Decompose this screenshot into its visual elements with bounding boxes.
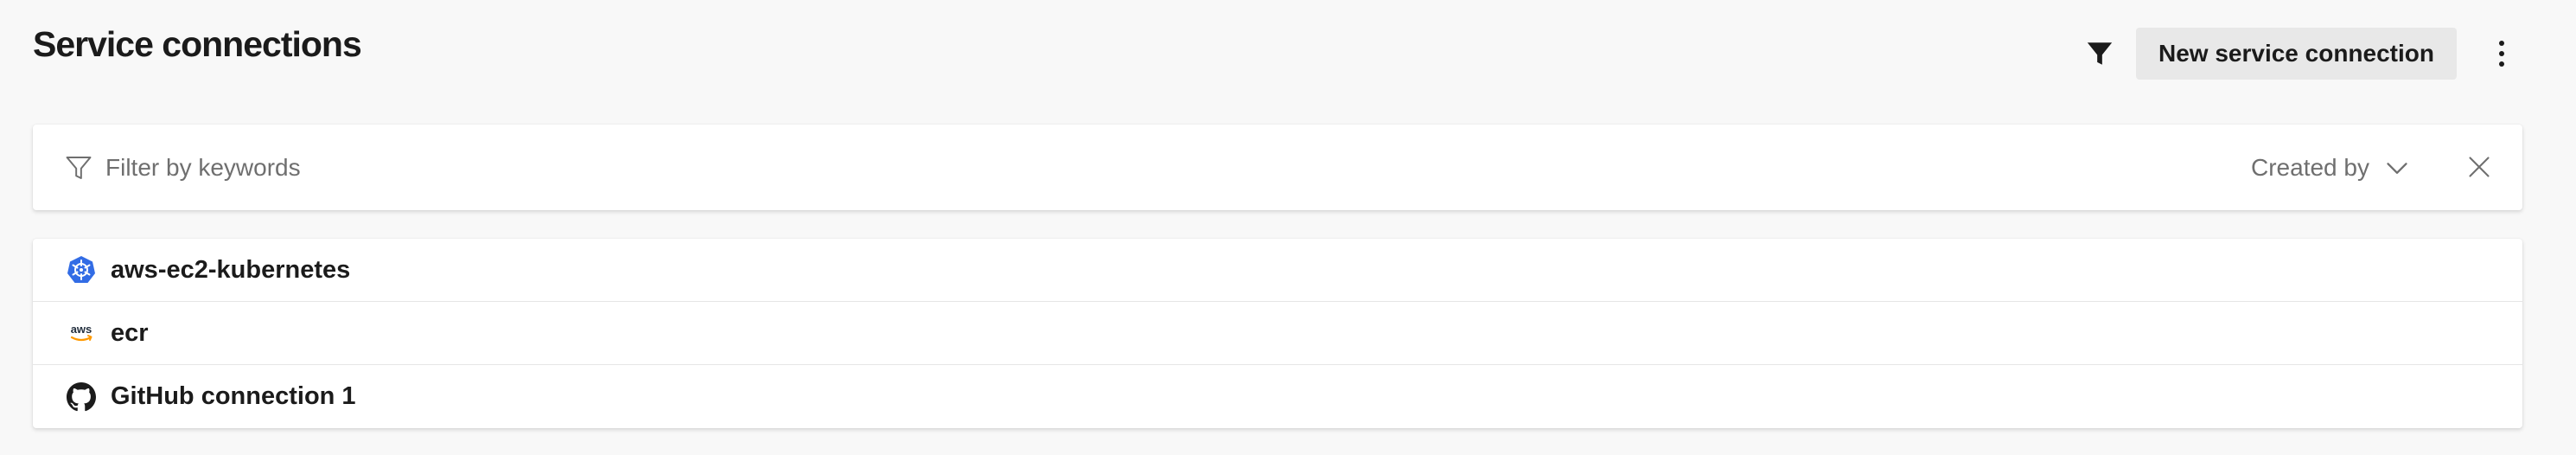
header-actions: New service connection bbox=[2074, 28, 2528, 80]
filter-funnel-icon bbox=[2087, 42, 2113, 65]
connection-name: GitHub connection 1 bbox=[111, 382, 356, 410]
new-service-connection-button[interactable]: New service connection bbox=[2135, 28, 2457, 80]
list-item[interactable]: GitHub connection 1 bbox=[33, 365, 2522, 428]
kubernetes-icon bbox=[66, 254, 97, 285]
filter-outline-icon bbox=[66, 156, 92, 180]
created-by-label: Created by bbox=[2251, 153, 2369, 181]
connection-name: ecr bbox=[111, 318, 149, 347]
aws-icon: aws bbox=[66, 317, 97, 349]
aws-icon-text: aws bbox=[71, 323, 92, 336]
filter-toggle-button[interactable] bbox=[2074, 28, 2126, 80]
more-options-button[interactable] bbox=[2476, 28, 2528, 80]
page-title: Service connections bbox=[33, 24, 362, 64]
created-by-dropdown[interactable]: Created by bbox=[2251, 125, 2409, 210]
filter-bar: Created by bbox=[33, 125, 2522, 210]
clear-filter-button[interactable] bbox=[2462, 150, 2496, 184]
service-connections-page: Service connections New service connecti… bbox=[0, 0, 2576, 455]
more-vertical-icon bbox=[2499, 41, 2504, 67]
filter-keywords-input[interactable] bbox=[105, 125, 1661, 210]
list-item[interactable]: aws ecr bbox=[33, 302, 2522, 365]
github-icon bbox=[66, 381, 97, 413]
connection-name: aws-ec2-kubernetes bbox=[111, 255, 351, 284]
service-connections-list: aws-ec2-kubernetes aws ecr GitHub connec… bbox=[33, 239, 2522, 428]
close-icon bbox=[2469, 157, 2490, 177]
list-item[interactable]: aws-ec2-kubernetes bbox=[33, 239, 2522, 302]
chevron-down-icon bbox=[2387, 162, 2407, 174]
